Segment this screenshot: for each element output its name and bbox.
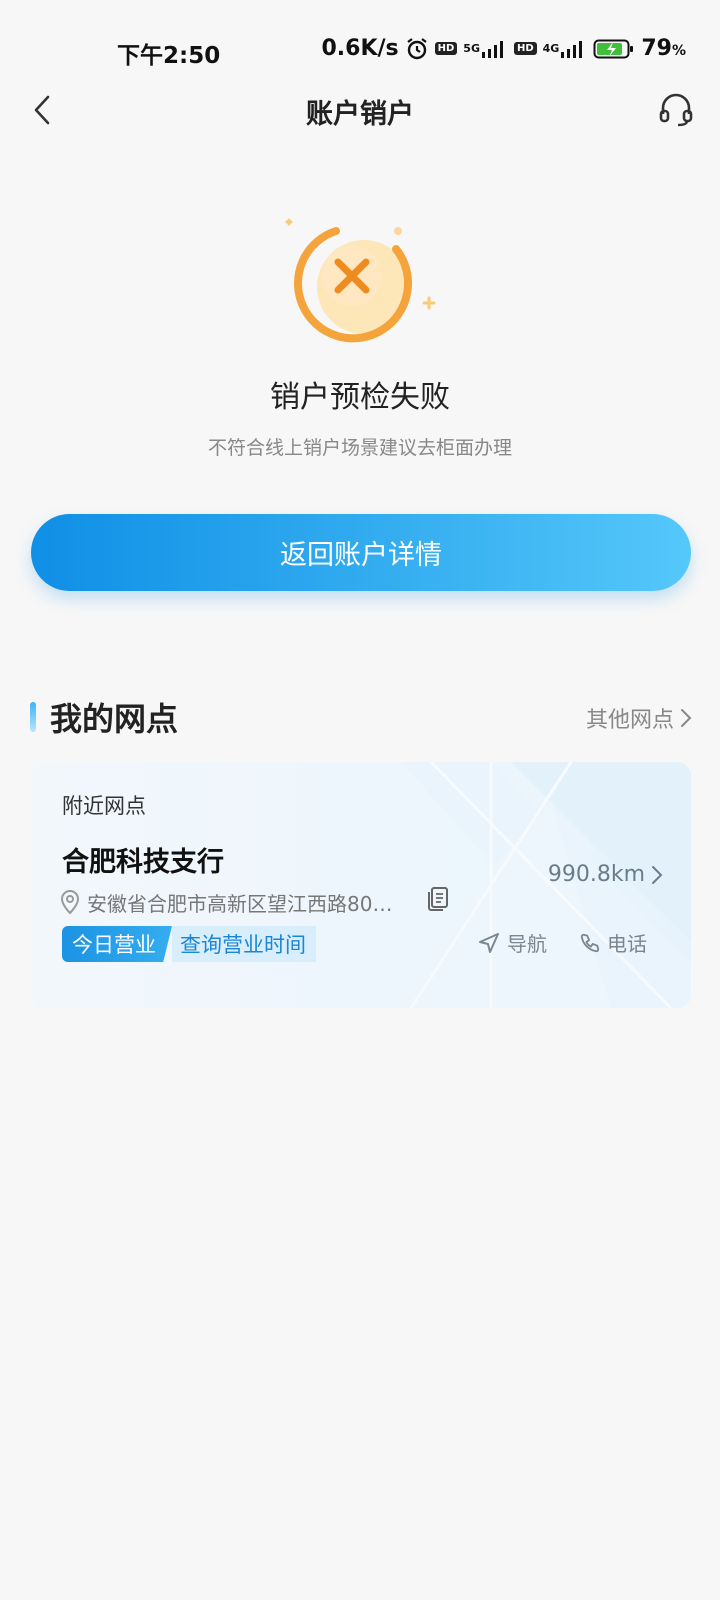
signal-4g-icon: 4G: [543, 39, 588, 59]
hd-badge-2: HD: [513, 42, 537, 55]
phone-icon: [580, 933, 600, 952]
status-icons: 0.6K/s HD 5G HD 4G 79%: [321, 36, 686, 61]
branch-address-row: 安徽省合肥市高新区望江西路80…: [59, 886, 459, 918]
chevron-right-icon: [681, 709, 692, 727]
branch-card-subtitle: 附近网点: [62, 794, 146, 818]
result-title: 销户预检失败: [270, 380, 450, 415]
section-title: 我的网点: [50, 700, 179, 738]
signal-5g-icon: 5G: [463, 39, 508, 59]
navigate-button[interactable]: 导航: [477, 928, 547, 957]
net-label-5g: 5G: [463, 42, 480, 55]
open-today-tag: 今日营业: [62, 926, 172, 962]
location-pin-icon: [60, 890, 80, 915]
result-description: 不符合线上销户场景建议去柜面办理: [207, 437, 512, 459]
business-status-tags: 今日营业 查询营业时间: [62, 926, 316, 962]
fail-x-icon: [285, 218, 436, 343]
copy-icon: [428, 887, 448, 911]
navigation-arrow-icon: [479, 932, 499, 953]
distance-value: 990.8km: [547, 862, 645, 887]
other-branches-link[interactable]: 其他网点: [586, 702, 692, 734]
branch-card[interactable]: 附近网点 合肥科技支行 安徽省合肥市高新区望江西路80… 990.8km 今日营…: [31, 762, 691, 1008]
network-speed: 0.6K/s: [321, 36, 399, 61]
battery-charging-icon: [593, 38, 635, 60]
branch-name: 合肥科技支行: [62, 847, 224, 878]
net-label-4g: 4G: [542, 42, 560, 55]
back-to-account-details-button[interactable]: 返回账户详情: [31, 514, 691, 591]
hd-badge-1: HD: [434, 42, 458, 55]
alarm-icon: [405, 37, 429, 61]
branch-address: 安徽省合肥市高新区望江西路80…: [87, 891, 393, 916]
headset-icon: [659, 93, 693, 127]
battery-level: 79%: [641, 36, 686, 61]
chevron-right-icon: [652, 865, 663, 884]
copy-address-button[interactable]: [421, 882, 455, 916]
call-button[interactable]: 电话: [579, 928, 647, 957]
navigate-label: 导航: [507, 932, 547, 956]
query-hours-link[interactable]: 查询营业时间: [172, 926, 316, 962]
other-branches-label: 其他网点: [585, 708, 674, 733]
status-time: 下午2:50: [117, 43, 221, 69]
call-label: 电话: [607, 932, 647, 956]
page-title: 账户销户: [306, 99, 414, 130]
section-accent-bar: [30, 702, 36, 732]
nav-header: 账户销户: [0, 80, 720, 140]
customer-service-button[interactable]: [654, 88, 698, 132]
branch-section-header: 我的网点 其他网点: [30, 694, 692, 744]
branch-distance[interactable]: 990.8km: [548, 862, 663, 887]
fail-illustration: [270, 205, 450, 355]
